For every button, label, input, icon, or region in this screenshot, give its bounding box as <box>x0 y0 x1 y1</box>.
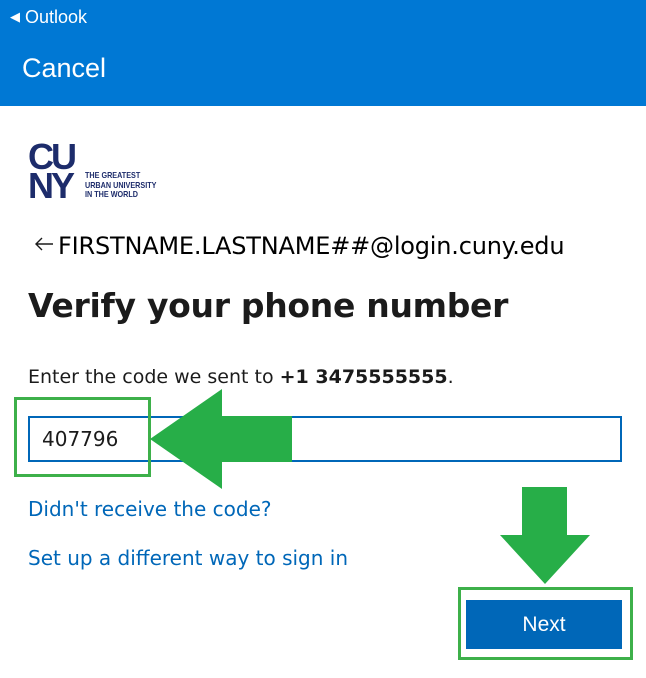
cancel-button[interactable]: Cancel <box>22 53 106 84</box>
back-app-label: Outlook <box>25 6 88 27</box>
cuny-logo: CU NY THE GREATEST URBAN UNIVERSITY IN T… <box>28 139 168 206</box>
logo-line2: NY <box>28 165 75 206</box>
triangle-left-icon: ◀ <box>10 9 20 24</box>
arrow-left-svg <box>35 237 53 251</box>
identity-back-button[interactable]: FIRSTNAME.LASTNAME##@login.cuny.edu <box>34 232 565 260</box>
instruction-text: Enter the code we sent to +1 3475555555. <box>28 366 454 388</box>
next-button[interactable]: Next <box>466 600 622 649</box>
page-title: Verify your phone number <box>28 286 509 325</box>
down-arrow-annotation <box>500 487 590 584</box>
header-bar: ◀ Outlook Cancel <box>0 0 646 106</box>
different-signin-method-link[interactable]: Set up a different way to sign in <box>28 546 348 570</box>
instruction-suffix: . <box>447 366 454 388</box>
back-to-app-link[interactable]: ◀ Outlook <box>10 6 87 28</box>
phone-number: +1 3475555555 <box>279 366 448 388</box>
instruction-prefix: Enter the code we sent to <box>28 366 280 388</box>
identity-email: FIRSTNAME.LASTNAME##@login.cuny.edu <box>58 232 565 260</box>
resend-code-link[interactable]: Didn't receive the code? <box>28 497 272 521</box>
logo-tagline-3: IN THE WORLD <box>85 189 138 199</box>
verification-code-input[interactable] <box>28 416 622 462</box>
arrow-left-icon <box>34 235 54 257</box>
logo-tagline: THE GREATEST URBAN UNIVERSITY IN THE WOR… <box>85 170 156 200</box>
